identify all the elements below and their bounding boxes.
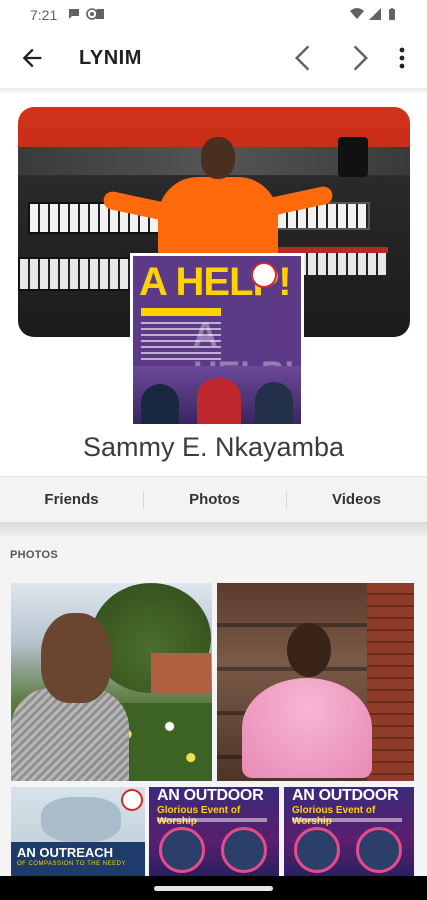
photo-thumbnail[interactable]	[11, 583, 212, 781]
chevron-right-icon[interactable]	[343, 42, 373, 74]
photo-thumbnail[interactable]: AN OUTDOOR Glorious Event of Worship	[284, 787, 414, 876]
thumbnail-headline: AN OUTDOOR	[292, 787, 399, 804]
profile-picture[interactable]: A HELP! A HELP!	[130, 253, 304, 427]
chat-bubble-icon	[69, 9, 79, 19]
page-title: LYNIM	[79, 47, 142, 69]
heart-logo-icon	[121, 789, 143, 811]
signal-icon	[369, 8, 381, 20]
status-time: 7:21	[30, 7, 58, 23]
thumbnail-subline: Glorious Event of Worship	[292, 805, 376, 827]
photo-thumbnail[interactable]: AN OUTDOOR Glorious Event of Worship	[149, 787, 279, 876]
tab-photos[interactable]: Photos	[143, 477, 286, 523]
profile-tabs: Friends Photos Videos	[0, 476, 427, 523]
thumbnail-headline: AN OUTREACH	[17, 845, 114, 860]
battery-icon	[389, 8, 395, 20]
back-arrow-icon[interactable]	[18, 44, 46, 72]
section-gap	[0, 522, 427, 536]
tab-friends[interactable]: Friends	[0, 477, 143, 523]
cover-person	[101, 137, 335, 257]
sd-card-icon	[96, 9, 104, 19]
app-bar-shadow	[0, 88, 427, 94]
photo-thumbnail[interactable]	[217, 583, 414, 781]
cover-speaker	[338, 137, 368, 177]
wifi-icon	[350, 8, 364, 19]
profile-picture-people	[133, 366, 301, 424]
app-bar: LYNIM	[0, 28, 427, 88]
photos-section-header: PHOTOS	[0, 536, 427, 572]
more-vert-icon[interactable]	[392, 44, 412, 72]
profile-name: Sammy E. Nkayamba	[82, 432, 345, 462]
thumbnail-subline: OF COMPASSION TO THE NEEDY	[17, 861, 126, 867]
photos-grid: AN OUTREACH OF COMPASSION TO THE NEEDY A…	[0, 572, 427, 876]
tab-videos[interactable]: Videos	[286, 477, 427, 523]
thumbnail-subline: Glorious Event of Worship	[157, 805, 241, 827]
thumbnail-headline: AN OUTDOOR	[157, 787, 264, 804]
chevron-left-icon[interactable]	[290, 42, 320, 74]
home-gesture-handle[interactable]	[154, 886, 273, 891]
profile-picture-subtitle-bar	[141, 308, 221, 316]
photo-thumbnail[interactable]: AN OUTREACH OF COMPASSION TO THE NEEDY	[11, 787, 145, 876]
status-bar: 7:21	[0, 0, 427, 28]
heart-logo-icon	[251, 262, 277, 288]
system-nav-bar	[0, 876, 427, 900]
photos-section-label: PHOTOS	[10, 549, 59, 561]
